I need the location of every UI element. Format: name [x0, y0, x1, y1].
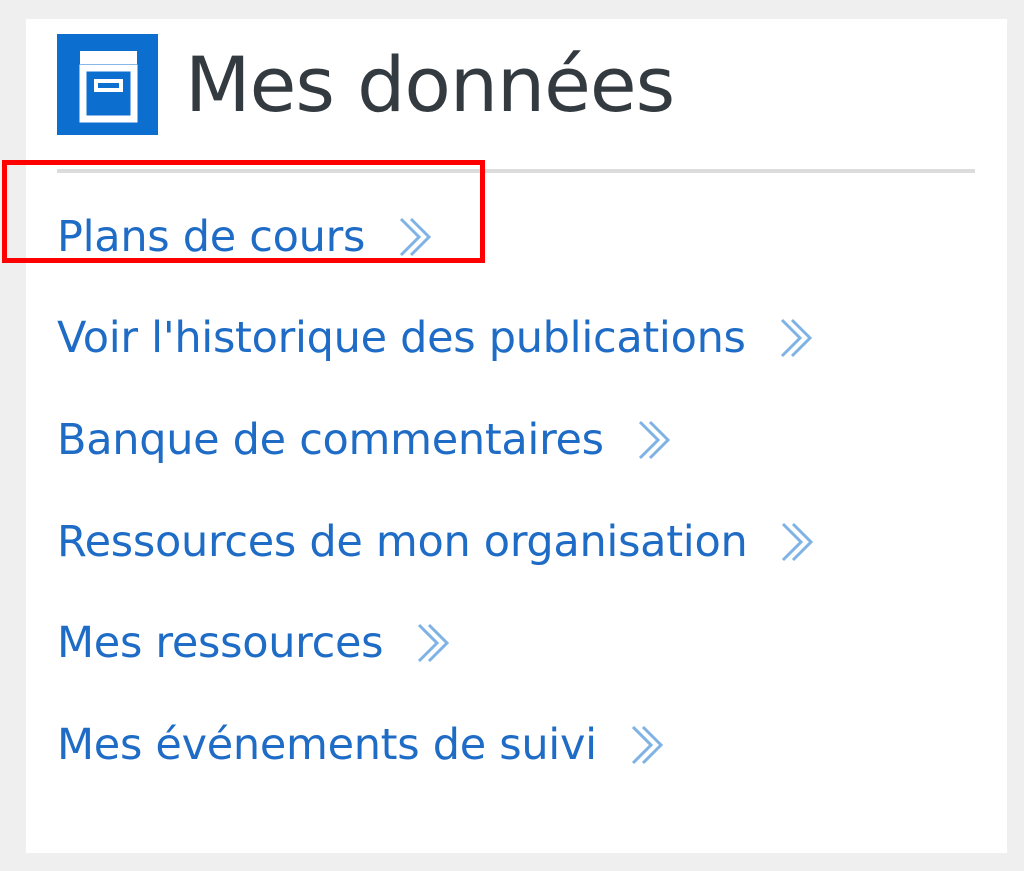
menu-item-label[interactable]: Ressources de mon organisation	[57, 517, 748, 567]
menu-item-plans-de-cours[interactable]: Plans de cours	[57, 186, 815, 288]
menu-item-label[interactable]: Mes ressources	[57, 618, 384, 668]
menu-item-evenements-suivi[interactable]: Mes événements de suivi	[57, 694, 815, 796]
page-title: Mes données	[185, 39, 675, 129]
chevron-right-double-icon	[780, 319, 812, 358]
menu-item-historique-publications[interactable]: Voir l'historique des publications	[57, 288, 815, 390]
chevron-right-double-icon	[418, 624, 450, 663]
data-menu: Plans de cours Voir l'historique des pub…	[57, 186, 815, 796]
menu-item-mes-ressources[interactable]: Mes ressources	[57, 592, 815, 694]
menu-item-ressources-organisation[interactable]: Ressources de mon organisation	[57, 491, 815, 593]
chevron-right-double-icon	[631, 725, 663, 764]
chevron-right-double-icon	[638, 420, 670, 460]
my-data-panel: Mes données Plans de cours Voir l'histor…	[26, 19, 1007, 853]
panel-header: Mes données	[57, 34, 675, 135]
chevron-right-double-icon	[400, 217, 432, 256]
menu-item-label[interactable]: Plans de cours	[57, 212, 365, 262]
menu-item-banque-commentaires[interactable]: Banque de commentaires	[57, 389, 815, 491]
archive-box-icon	[57, 34, 158, 135]
chevron-right-double-icon	[782, 522, 814, 561]
menu-item-label[interactable]: Voir l'historique des publications	[57, 313, 746, 363]
menu-item-label[interactable]: Mes événements de suivi	[57, 720, 597, 770]
divider	[57, 169, 975, 173]
menu-item-label[interactable]: Banque de commentaires	[57, 415, 604, 465]
